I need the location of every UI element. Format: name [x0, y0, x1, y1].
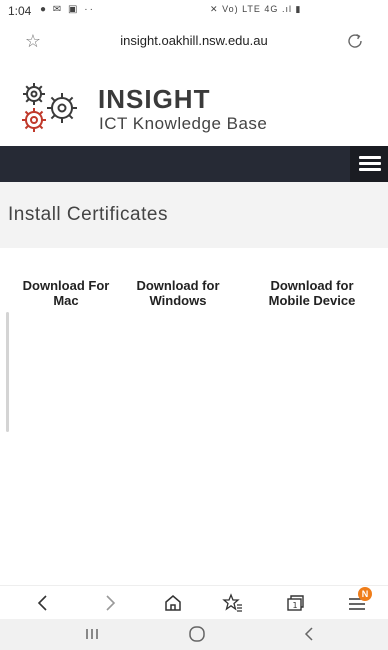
bookmarks-icon[interactable] — [220, 590, 246, 616]
image-icon: ▣ — [68, 4, 80, 15]
tabs-icon[interactable]: 1 — [282, 590, 308, 616]
mail-icon: ✉ — [52, 4, 64, 15]
mute-icon: ✕ — [210, 4, 219, 14]
recent-apps-icon[interactable] — [80, 624, 104, 644]
download-mobile-link[interactable]: Download for Mobile Device — [252, 278, 372, 308]
download-windows-link[interactable]: Download for Windows — [122, 278, 234, 308]
status-time: 1:04 — [8, 4, 32, 18]
url-bar: ☆ insight.oakhill.nsw.edu.au — [0, 22, 388, 62]
bookmark-star-icon[interactable]: ☆ — [22, 30, 44, 52]
battery-icon: ▮ — [295, 4, 302, 14]
reload-icon[interactable] — [344, 30, 366, 52]
brand-title[interactable]: INSIGHT — [98, 84, 210, 115]
status-bar: 1:04 ● ✉ ▣ ·· ✕ Vo) LTE 4G .ıl ▮ — [0, 0, 388, 22]
brand-subtitle: ICT Knowledge Base — [99, 114, 268, 133]
forward-icon[interactable] — [97, 590, 123, 616]
url-field[interactable]: insight.oakhill.nsw.edu.au — [70, 33, 318, 48]
scrollbar[interactable] — [6, 312, 9, 432]
more-icon: ·· — [84, 4, 95, 15]
gears-logo-icon[interactable] — [18, 80, 90, 136]
download-mac-link[interactable]: Download For Mac — [22, 278, 110, 308]
download-links: Download For Mac Download for Windows Do… — [0, 278, 388, 318]
signal-icon: .ıl — [281, 4, 292, 14]
page-title: Install Certificates — [8, 204, 168, 225]
android-back-icon[interactable] — [297, 624, 321, 644]
hamburger-menu-icon[interactable] — [350, 146, 388, 182]
page-title-section: Install Certificates — [0, 182, 388, 248]
android-nav-bar — [0, 619, 388, 650]
home-icon[interactable] — [160, 590, 186, 616]
nav-bar — [0, 146, 388, 182]
browser-menu-icon[interactable]: N — [344, 587, 372, 616]
network-text: Vo) LTE 4G — [222, 4, 279, 14]
site-header: INSIGHT ICT Knowledge Base — [0, 62, 388, 146]
back-icon[interactable] — [30, 590, 56, 616]
network-status: ✕ Vo) LTE 4G .ıl ▮ — [210, 4, 301, 15]
notification-icons: ● ✉ ▣ ·· — [40, 4, 95, 15]
browser-toolbar: 1 N — [0, 585, 388, 619]
svg-text:1: 1 — [293, 601, 298, 610]
android-home-icon[interactable] — [185, 624, 209, 644]
notification-badge: N — [358, 587, 372, 601]
notification-icon: ● — [40, 4, 49, 15]
